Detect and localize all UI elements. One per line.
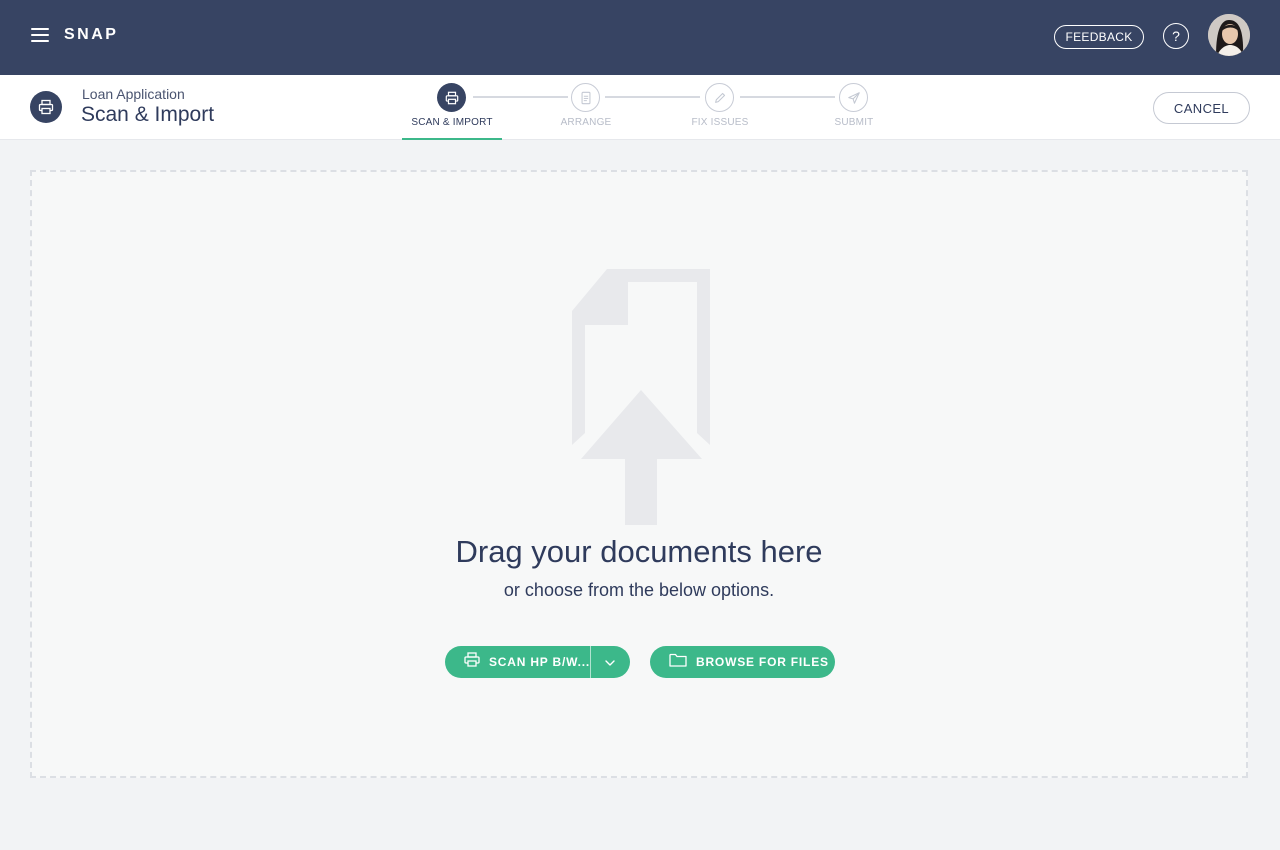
scan-button[interactable]: SCAN HP B/W... — [445, 646, 591, 678]
step-label: SCAN & IMPORT — [411, 117, 493, 128]
printer-icon — [464, 652, 480, 672]
scanner-dropdown-toggle[interactable] — [591, 646, 629, 678]
scan-split-button: SCAN HP B/W... — [445, 646, 630, 678]
scan-button-label: SCAN HP B/W... — [489, 655, 590, 669]
feedback-button[interactable]: FEEDBACK — [1054, 25, 1144, 49]
hamburger-menu-icon[interactable] — [31, 28, 49, 42]
upload-document-icon — [571, 269, 711, 532]
browse-files-button[interactable]: BROWSE FOR FILES — [650, 646, 835, 678]
chevron-down-icon — [605, 653, 615, 671]
step-scan-import[interactable]: SCAN & IMPORT — [402, 83, 502, 140]
avatar-image — [1208, 14, 1250, 56]
brand-logo: SNAP — [64, 26, 119, 43]
printer-icon — [30, 91, 62, 123]
pencil-icon — [705, 83, 734, 112]
step-label: ARRANGE — [560, 117, 612, 128]
step-submit[interactable]: SUBMIT — [804, 83, 904, 140]
folder-icon — [669, 653, 687, 672]
top-nav-bar: SNAP FEEDBACK ? — [0, 0, 1280, 75]
user-avatar[interactable] — [1208, 14, 1250, 56]
drop-zone-subtitle: or choose from the below options. — [503, 580, 775, 600]
step-label: SUBMIT — [834, 117, 874, 128]
page-subtitle: Loan Application — [82, 86, 185, 102]
cancel-button[interactable]: CANCEL — [1153, 92, 1250, 124]
browse-files-label: BROWSE FOR FILES — [696, 655, 829, 669]
document-drop-zone[interactable]: Drag your documents here or choose from … — [30, 170, 1248, 778]
help-button[interactable]: ? — [1163, 23, 1189, 49]
printer-icon — [437, 83, 466, 112]
step-label: FIX ISSUES — [691, 117, 749, 128]
drop-zone-title: Drag your documents here — [455, 534, 823, 569]
step-arrange[interactable]: ARRANGE — [536, 83, 636, 140]
page-title: Scan & Import — [81, 103, 215, 126]
document-icon — [571, 83, 600, 112]
step-fix-issues[interactable]: FIX ISSUES — [670, 83, 770, 140]
sub-header: Loan Application Scan & Import CANCEL — [0, 75, 1280, 140]
send-icon — [839, 83, 868, 112]
